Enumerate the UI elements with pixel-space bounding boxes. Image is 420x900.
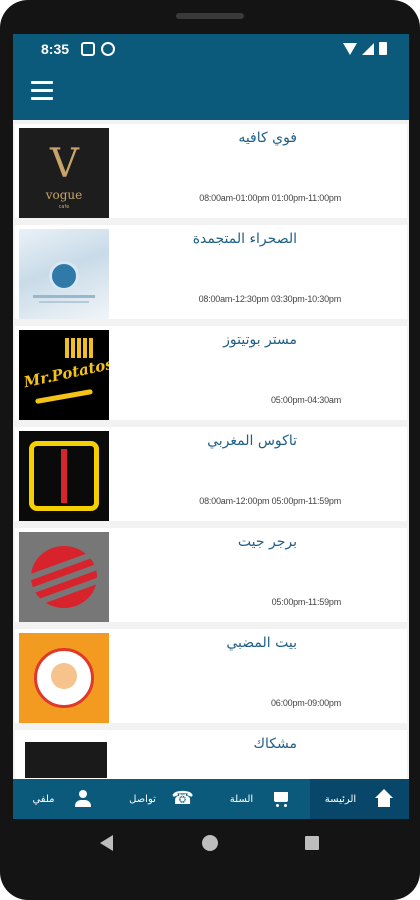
home-icon <box>374 789 394 809</box>
restaurant-name: فوي كافيه <box>238 130 297 146</box>
user-icon <box>73 789 93 809</box>
status-time: 8:35 <box>41 41 70 57</box>
status-bar: 8:35 <box>13 34 409 64</box>
tacos-maghribi-logo <box>19 431 109 521</box>
restaurant-hours: 08:00am-01:00pm 01:00pm-11:00pm <box>199 193 341 203</box>
app-bar <box>13 64 409 120</box>
sync-icon <box>101 42 115 56</box>
restaurant-hours: 08:00am-12:00pm 05:00pm-11:59pm <box>199 496 341 506</box>
restaurant-hours: 08:00am-12:30pm 03:30pm-10:30pm <box>198 294 342 304</box>
restaurant-name: برجر جيت <box>237 534 297 550</box>
nav-profile[interactable]: ملفي <box>13 779 112 819</box>
restaurant-hours: 05:00pm-11:59pm <box>271 597 342 607</box>
nav-cart-label: السلة <box>229 793 254 805</box>
vogue-logo: V vogue cafe <box>19 128 109 218</box>
logo-subtext: cafe <box>58 204 70 210</box>
hamburger-menu-icon[interactable] <box>31 81 53 101</box>
mr-potatos-logo: Mr.Potatos <box>19 330 109 420</box>
bottom-navigation: الرئيسة السلة ☎ تواصل ملفي <box>13 779 409 819</box>
bayt-almadbi-logo <box>19 633 109 723</box>
status-system-icons <box>343 42 387 55</box>
restaurant-name: الصحراء المتجمدة <box>192 231 297 247</box>
system-home-icon[interactable] <box>202 835 218 851</box>
restaurant-item[interactable]: مشكاك <box>15 730 407 780</box>
frozen-desert-logo <box>19 229 109 319</box>
restaurant-name: بيت المضبي <box>226 635 297 651</box>
vogue-mark-icon: V <box>50 141 79 187</box>
nav-home[interactable]: الرئيسة <box>310 779 409 819</box>
mshakak-logo <box>19 734 109 780</box>
nav-home-label: الرئيسة <box>324 793 357 805</box>
restaurant-item[interactable]: بيت المضبي 06:00pm-09:00pm <box>15 629 407 723</box>
battery-icon <box>379 42 387 55</box>
wifi-icon <box>343 43 357 55</box>
logo-badge-icon <box>49 261 79 291</box>
image-icon <box>81 42 95 56</box>
nav-cart[interactable]: السلة <box>211 779 310 819</box>
chef-icon <box>51 663 77 689</box>
nav-contact-label: تواصل <box>129 793 156 805</box>
cart-icon <box>271 789 291 809</box>
restaurant-hours: 06:00pm-09:00pm <box>270 698 341 708</box>
device-speaker <box>176 13 244 19</box>
nav-contact[interactable]: ☎ تواصل <box>112 779 211 819</box>
back-icon[interactable] <box>100 835 113 851</box>
device-frame: 8:35 V vogue cafe فوي كافيه 08:00am-01:0… <box>0 0 420 900</box>
logo-text: Mr.Potatos <box>22 354 109 392</box>
app-screen: 8:35 V vogue cafe فوي كافيه 08:00am-01:0… <box>13 34 409 819</box>
restaurant-item[interactable]: برجر جيت 05:00pm-11:59pm <box>15 528 407 622</box>
nav-profile-label: ملفي <box>32 793 55 805</box>
restaurant-name: مستر بوتيتوز <box>223 332 297 348</box>
restaurant-name: تاكوس المغربي <box>207 433 297 449</box>
recents-icon[interactable] <box>305 836 319 850</box>
restaurant-list[interactable]: V vogue cafe فوي كافيه 08:00am-01:00pm 0… <box>13 120 409 780</box>
logo-text: vogue <box>45 188 83 202</box>
restaurant-item[interactable]: الصحراء المتجمدة 08:00am-12:30pm 03:30pm… <box>15 225 407 319</box>
burger-jet-logo <box>19 532 109 622</box>
restaurant-item[interactable]: Mr.Potatos مستر بوتيتوز 05:00pm-04:30am <box>15 326 407 420</box>
restaurant-item[interactable]: تاكوس المغربي 08:00am-12:00pm 05:00pm-11… <box>15 427 407 521</box>
restaurant-name: مشكاك <box>253 736 297 752</box>
phone-icon: ☎ <box>171 788 194 809</box>
fries-icon <box>65 338 95 358</box>
system-navigation-bar <box>0 819 420 869</box>
restaurant-hours: 05:00pm-04:30am <box>270 395 341 405</box>
restaurant-item[interactable]: V vogue cafe فوي كافيه 08:00am-01:00pm 0… <box>15 124 407 218</box>
signal-icon <box>362 43 374 55</box>
status-notification-icons <box>81 42 115 56</box>
